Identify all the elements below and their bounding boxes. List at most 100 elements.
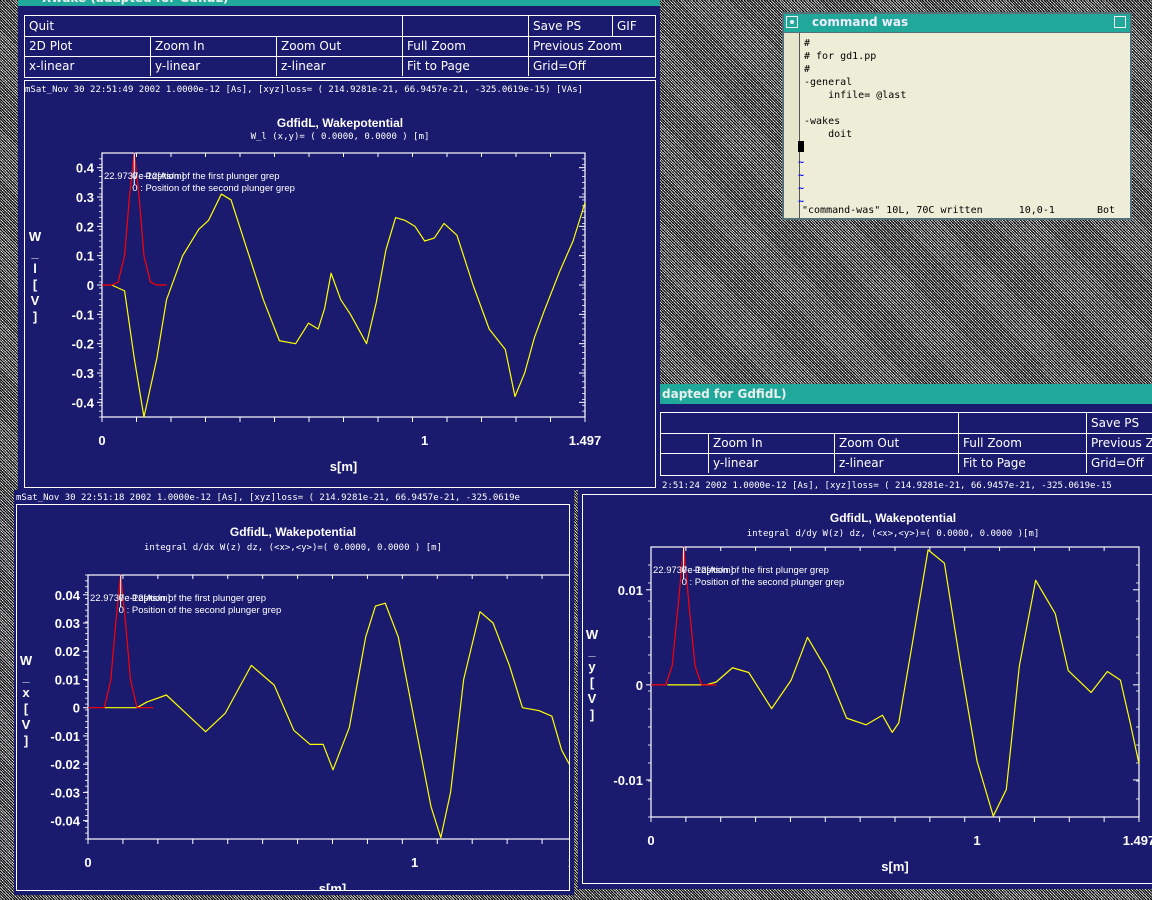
- y-axis-label-char: ]: [33, 309, 37, 324]
- status-line: 2:51:24 2002 1.0000e-12 [As], [xyz]loss=…: [662, 481, 1112, 491]
- x-tick-label: 1: [411, 855, 418, 870]
- grid-toggle-button[interactable]: Grid=Off: [1087, 453, 1152, 473]
- window-title: command was: [812, 15, 909, 29]
- legend-second-plunger: 0 : Position of the second plunger grep: [132, 183, 295, 194]
- fit-to-page-button[interactable]: Fit to Page: [403, 56, 529, 76]
- plot-window-wy: dapted for GdfidL) Save PS Zoom In Zoom …: [578, 384, 1152, 889]
- z-linear-button[interactable]: z-linear: [835, 453, 959, 473]
- y-tick-label: -0.01: [50, 729, 80, 744]
- toolbar-menu: Save PS Zoom In Zoom Out Full Zoom Previ…: [660, 412, 1152, 476]
- y-linear-button[interactable]: y-linear: [709, 453, 835, 473]
- 2d-plot-button[interactable]: 2D Plot: [25, 36, 151, 56]
- save-ps-button[interactable]: Save PS: [529, 16, 613, 36]
- y-tick-label: 0.3: [76, 190, 94, 205]
- legend-first-plunger: 0 : Position of the first plunger grep: [119, 593, 266, 604]
- y-tick-label: 0.4: [76, 161, 95, 176]
- window-titlebar[interactable]: command was: [784, 14, 1130, 32]
- full-zoom-button[interactable]: Full Zoom: [959, 433, 1087, 453]
- y-tick-label: -0.04: [50, 814, 80, 829]
- previous-zoom-button[interactable]: Previous Zoom: [529, 36, 655, 56]
- series-wake: [111, 193, 586, 418]
- y-tick-label: -0.2: [72, 337, 94, 352]
- cursor: [798, 141, 804, 152]
- y-axis-label-char: x: [22, 685, 30, 700]
- x-tick-label: 1.497: [569, 433, 602, 448]
- legend-first-plunger: 0 : Position of the first plunger grep: [132, 171, 279, 182]
- menu-blank: [661, 413, 959, 433]
- y-axis-label-char: [: [24, 701, 29, 716]
- z-linear-button[interactable]: z-linear: [277, 56, 403, 76]
- status-line: mSat_Nov 30 22:51:18 2002 1.0000e-12 [As…: [16, 493, 520, 503]
- x-tick-label: 1: [421, 433, 428, 448]
- terminal-body[interactable]: # # for gd1.pp # -general infile= @last …: [784, 33, 1130, 218]
- window-menu-icon[interactable]: [786, 16, 798, 28]
- y-tick-label: -0.01: [613, 773, 643, 788]
- empty-line-marker: ~: [798, 183, 805, 194]
- zoom-in-button[interactable]: Zoom In: [151, 36, 277, 56]
- legend-first-plunger: 0 : Position of the first plunger grep: [682, 565, 829, 576]
- x-axis-label: s[m]: [330, 459, 357, 474]
- fit-to-page-button[interactable]: Fit to Page: [959, 453, 1087, 473]
- y-tick-label: 0.02: [55, 644, 80, 659]
- y-axis-label-char: [: [590, 675, 595, 690]
- menu-blank: [403, 16, 529, 36]
- series-wake: [104, 602, 569, 839]
- y-tick-label: 0.01: [618, 583, 643, 598]
- quit-button[interactable]: Quit: [25, 16, 403, 36]
- grid-toggle-button[interactable]: Grid=Off: [529, 56, 655, 76]
- empty-line-marker: ~: [798, 170, 805, 181]
- maximize-icon[interactable]: [1114, 16, 1126, 28]
- chart-wy: 0.010-0.010 1 1.497s[m]W_y[V]22.9737e-12[A…: [586, 546, 1152, 874]
- y-tick-label: 0.01: [55, 672, 80, 687]
- window-title: dapted for GdfidL): [662, 387, 787, 401]
- legend-second-plunger: 0 : Position of the second plunger grep: [682, 577, 845, 588]
- window-title: Xwake (adapted for GdfidL): [42, 0, 229, 6]
- chart-wl: 0.4 0.3 0.2 0.1 0 -0.1 -0.2 -0.3 -0.4 0 1 1.497 s[m]…: [29, 152, 602, 474]
- window-titlebar[interactable]: Xwake (adapted for GdfidL): [18, 0, 660, 6]
- y-tick-label: -0.02: [50, 757, 80, 772]
- y-axis-label-char: ]: [24, 733, 28, 748]
- terminal-text: # # for gd1.pp # -general infile= @last …: [798, 38, 907, 207]
- series-wake: [667, 549, 1140, 817]
- y-tick-label: -0.1: [72, 307, 94, 322]
- terminal-window: command was # # for gd1.pp # -general in…: [782, 12, 1132, 220]
- y-tick-label: 0.03: [55, 616, 80, 631]
- y-axis-label-char: y: [588, 659, 596, 674]
- y-tick-label: -0.4: [72, 395, 95, 410]
- x-tick-label: 1.497: [1123, 833, 1152, 848]
- y-axis-label-char: [: [33, 277, 38, 292]
- y-linear-button[interactable]: y-linear: [151, 56, 277, 76]
- y-axis-label-char: _: [21, 669, 30, 684]
- y-tick-label: -0.03: [50, 785, 80, 800]
- y-axis-label-char: ]: [590, 707, 594, 722]
- y-tick-label: -0.3: [72, 366, 94, 381]
- plot-frame: mSat_Nov 30 22:51:49 2002 1.0000e-12 [As…: [24, 80, 656, 488]
- window-titlebar[interactable]: dapted for GdfidL): [578, 384, 1152, 404]
- gif-button[interactable]: GIF: [613, 16, 655, 36]
- zoom-out-button[interactable]: Zoom Out: [277, 36, 403, 56]
- menu-cut-cell: [661, 453, 709, 473]
- x-axis-label: s[m]: [319, 881, 346, 890]
- zoom-out-button[interactable]: Zoom Out: [835, 433, 959, 453]
- save-ps-button[interactable]: Save PS: [1087, 413, 1152, 433]
- y-tick-label: 0: [636, 678, 643, 693]
- x-tick-label: 0: [647, 833, 654, 848]
- x-tick-label: 0: [98, 433, 105, 448]
- chart-wx: 0.04 0.03 0.02 0.01 0 -0.01 -0.02 -0.03 -0.04 0 1 1…: [20, 574, 569, 890]
- plot-frame: GdfidL, Wakepotential integral d/dy W(z)…: [582, 494, 1152, 884]
- full-zoom-button[interactable]: Full Zoom: [403, 36, 529, 56]
- y-axis-label-char: W: [20, 653, 33, 668]
- x-tick-label: 1.4: [568, 855, 569, 870]
- empty-line-marker: ~: [798, 157, 805, 168]
- y-axis-label-char: V: [31, 293, 40, 308]
- previous-zoom-button[interactable]: Previous Z: [1087, 433, 1152, 453]
- x-tick-label: 1: [973, 833, 980, 848]
- y-axis-label-char: l: [33, 261, 37, 276]
- menu-blank: [959, 413, 1087, 433]
- legend-second-plunger: 0 : Position of the second plunger grep: [119, 605, 282, 616]
- plot-frame: GdfidL, Wakepotential integral d/dx W(z)…: [16, 504, 570, 891]
- zoom-in-button[interactable]: Zoom In: [709, 433, 835, 453]
- x-linear-button[interactable]: x-linear: [25, 56, 151, 76]
- y-axis-label-char: W: [29, 229, 42, 244]
- y-axis-label-char: W: [586, 627, 599, 642]
